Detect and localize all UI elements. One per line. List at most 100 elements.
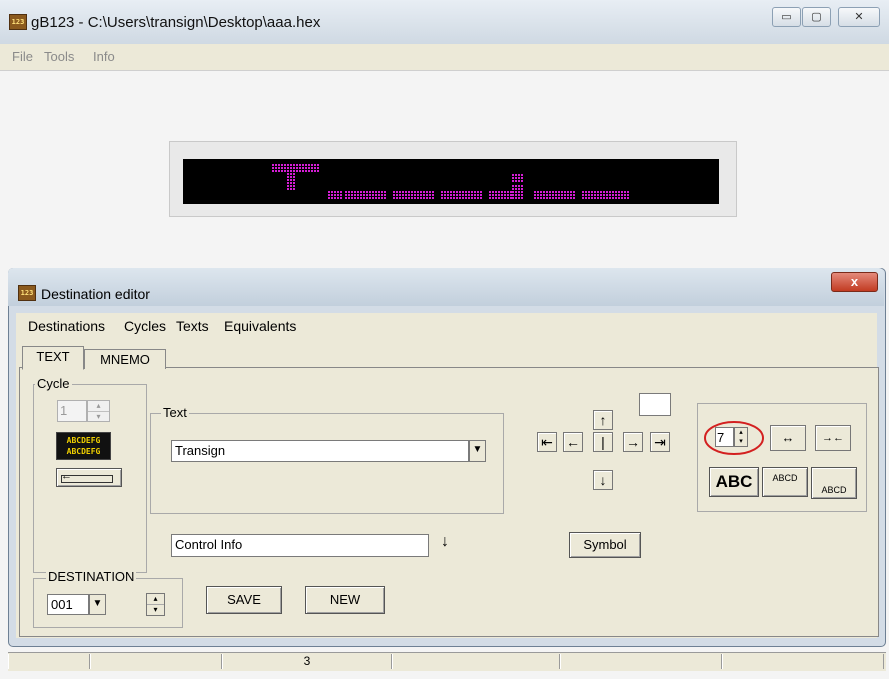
led-pixel xyxy=(290,185,292,187)
led-pixel xyxy=(456,197,458,199)
led-pixel xyxy=(561,191,563,193)
led-pixel xyxy=(459,197,461,199)
control-info-arrow[interactable]: ↓ xyxy=(437,533,453,557)
led-pixel xyxy=(507,194,509,196)
led-pixel xyxy=(615,194,617,196)
symbol-button[interactable]: Symbol xyxy=(569,532,641,558)
led-pixel xyxy=(308,170,310,172)
spin-down-icon[interactable]: ▾ xyxy=(147,605,164,615)
minimize-button[interactable]: ▭ xyxy=(772,7,801,27)
tab-mnemo[interactable]: MNEMO xyxy=(84,349,166,369)
font-low-button[interactable]: ABCD xyxy=(811,467,857,499)
led-pixel xyxy=(340,197,342,199)
led-pixel xyxy=(290,170,292,172)
font-normal-button[interactable]: ABCD xyxy=(762,467,808,497)
led-pixel xyxy=(507,191,509,193)
led-pixel xyxy=(293,167,295,169)
led-pixel xyxy=(331,194,333,196)
destination-spinner[interactable]: ▴ ▾ xyxy=(146,593,165,616)
arrow-last-icon: ⇥ xyxy=(654,434,666,450)
close-icon: ✕ xyxy=(854,11,864,23)
led-pixel xyxy=(552,197,554,199)
led-pixel xyxy=(552,191,554,193)
center-button[interactable]: | xyxy=(593,432,613,452)
arrow-up-icon: ↑ xyxy=(599,412,607,428)
led-pixel xyxy=(582,191,584,193)
led-pixel xyxy=(474,191,476,193)
led-pixel xyxy=(518,174,520,176)
menu-equivalents[interactable]: Equivalents xyxy=(224,318,296,334)
font-bold-button[interactable]: ABC xyxy=(709,467,759,497)
led-pixel xyxy=(378,197,380,199)
menu-cycles[interactable]: Cycles xyxy=(124,318,166,334)
led-pixel xyxy=(331,191,333,193)
led-pixel xyxy=(357,194,359,196)
led-pixel xyxy=(540,194,542,196)
led-pixel xyxy=(423,191,425,193)
led-pixel xyxy=(366,197,368,199)
led-pixel xyxy=(287,182,289,184)
led-pixel xyxy=(378,194,380,196)
led-pixel xyxy=(354,191,356,193)
expand-spacing-button[interactable]: ↔ xyxy=(770,425,806,451)
highlight-ellipse-shape xyxy=(704,421,764,455)
led-pixel xyxy=(474,197,476,199)
maximize-button[interactable]: ▢ xyxy=(802,7,831,27)
led-pixel xyxy=(570,191,572,193)
text-dropdown-button[interactable]: ▼ xyxy=(469,440,486,462)
led-pixel xyxy=(351,197,353,199)
led-pixel xyxy=(302,164,304,166)
led-pixel xyxy=(444,194,446,196)
cycle-preview[interactable]: ABCDEFG ABCDEFG xyxy=(56,432,111,460)
move-last-button[interactable]: ⇥ xyxy=(650,432,670,452)
led-pixel xyxy=(305,164,307,166)
led-pixel xyxy=(615,197,617,199)
led-pixel xyxy=(287,188,289,190)
led-pixel xyxy=(597,194,599,196)
led-pixel xyxy=(546,191,548,193)
led-pixel xyxy=(459,191,461,193)
led-pixel xyxy=(521,191,523,193)
move-down-button[interactable]: ↓ xyxy=(593,470,613,490)
menu-destinations[interactable]: Destinations xyxy=(28,318,105,334)
spin-up-icon[interactable]: ▴ xyxy=(147,594,164,605)
menu-info[interactable]: Info xyxy=(93,49,115,64)
led-pixel xyxy=(621,194,623,196)
text-select[interactable]: Transign xyxy=(171,440,469,462)
led-pixel xyxy=(515,197,517,199)
move-up-button[interactable]: ↑ xyxy=(593,410,613,430)
menu-texts[interactable]: Texts xyxy=(176,318,209,334)
control-info-field[interactable]: Control Info xyxy=(171,534,429,557)
led-pixel xyxy=(627,194,629,196)
spin-up-icon[interactable]: ▴ xyxy=(88,401,109,412)
status-cell xyxy=(90,654,222,669)
led-pixel xyxy=(489,191,491,193)
tab-text[interactable]: TEXT xyxy=(22,346,84,370)
scroll-effect-button[interactable]: ← xyxy=(56,468,122,487)
led-pixel xyxy=(345,197,347,199)
menu-tools[interactable]: Tools xyxy=(44,49,74,64)
destination-select[interactable]: 001 xyxy=(47,594,89,615)
shrink-spacing-button[interactable]: →← xyxy=(815,425,851,451)
maximize-icon: ▢ xyxy=(811,11,822,23)
save-button[interactable]: SAVE xyxy=(206,586,282,614)
move-first-button[interactable]: ⇤ xyxy=(537,432,557,452)
status-bar: 3 xyxy=(8,652,886,671)
led-pixel xyxy=(296,167,298,169)
led-pixel xyxy=(281,170,283,172)
close-button[interactable]: ✕ xyxy=(838,7,880,27)
led-pixel xyxy=(417,191,419,193)
led-pixel xyxy=(597,191,599,193)
dialog-close-button[interactable]: x xyxy=(831,272,878,292)
led-pixel xyxy=(450,197,452,199)
led-pixel xyxy=(293,182,295,184)
cycle-field[interactable]: 1 xyxy=(57,400,87,422)
new-button[interactable]: NEW xyxy=(305,586,385,614)
menu-file[interactable]: File xyxy=(12,49,33,64)
spin-down-icon[interactable]: ▾ xyxy=(88,412,109,422)
move-right-button[interactable]: → xyxy=(623,432,643,452)
cycle-spinner[interactable]: ▴ ▾ xyxy=(87,400,110,422)
led-pixel xyxy=(504,197,506,199)
destination-dropdown-button[interactable]: ▼ xyxy=(89,594,106,615)
move-left-button[interactable]: ← xyxy=(563,432,583,452)
